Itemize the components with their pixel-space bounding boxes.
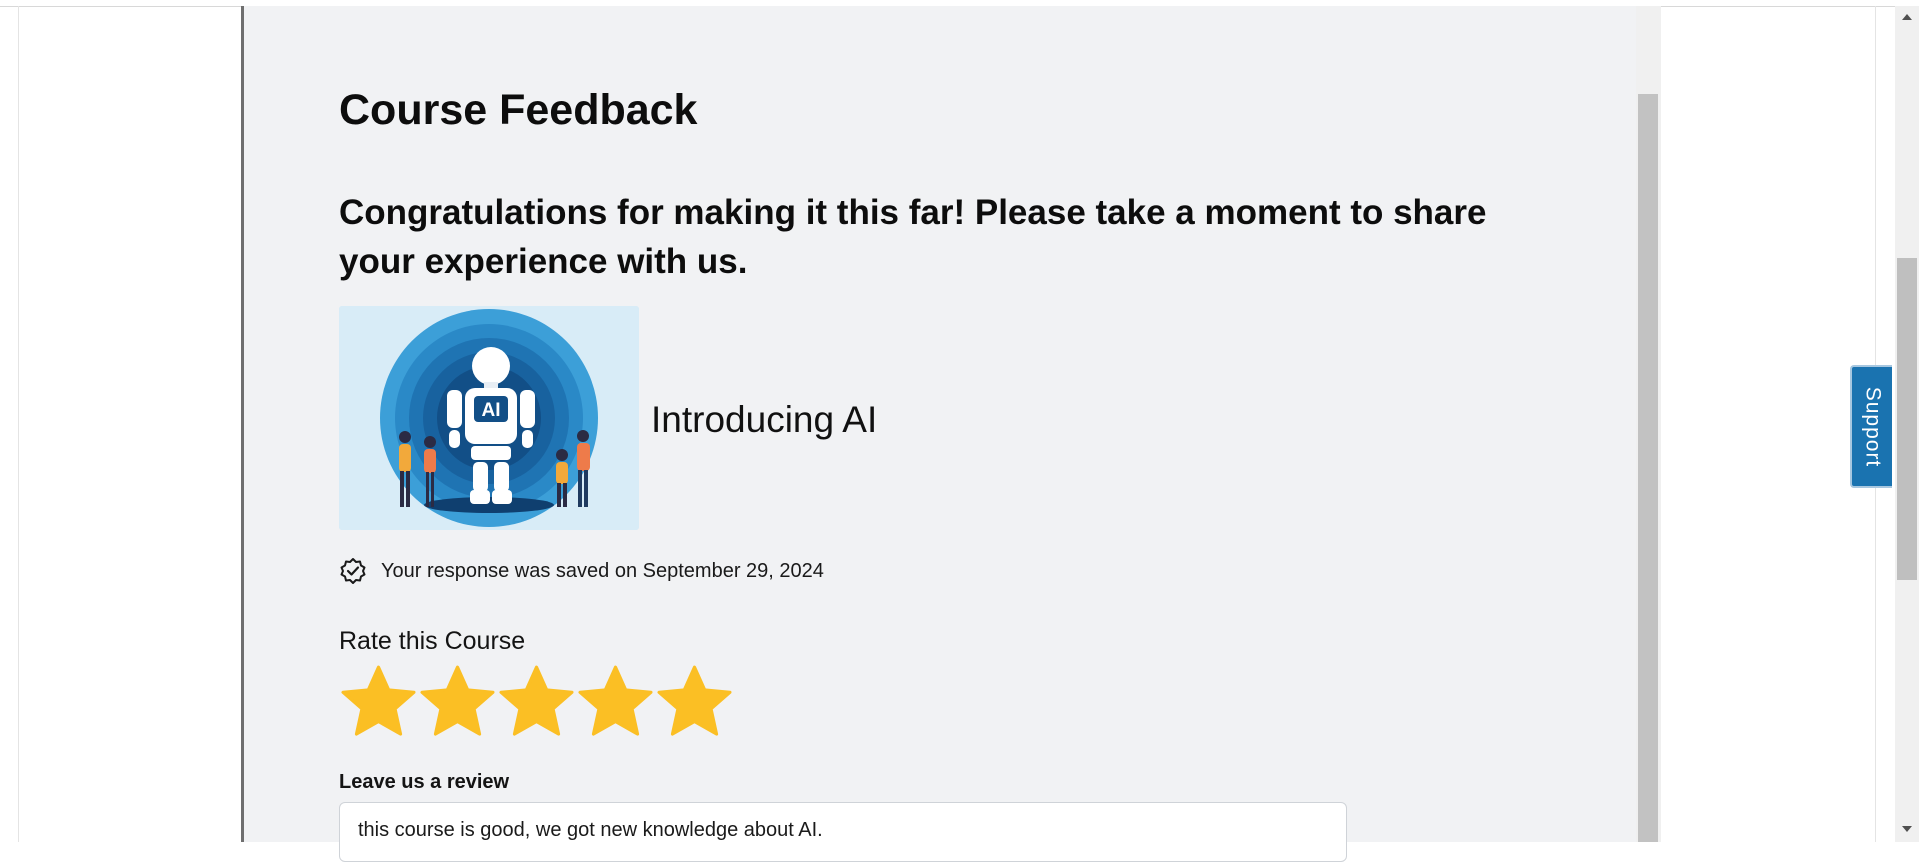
- review-label: Leave us a review: [339, 771, 510, 793]
- ai-chip-label: AI: [482, 400, 501, 421]
- star-5-icon[interactable]: [655, 664, 734, 738]
- review-textarea[interactable]: this course is good, we got new knowledg…: [339, 802, 1347, 862]
- saved-text: Your response was saved on September 29,…: [381, 559, 824, 582]
- support-label: Support: [1861, 386, 1884, 467]
- page-title: Course Feedback: [339, 86, 698, 134]
- star-4-icon[interactable]: [576, 664, 655, 738]
- scroll-up-arrow-icon[interactable]: [1902, 14, 1912, 20]
- star-1-icon[interactable]: [339, 664, 418, 738]
- star-3-icon[interactable]: [497, 664, 576, 738]
- rate-label: Rate this Course: [339, 627, 526, 655]
- ai-robot-illustration-icon: AI: [339, 306, 639, 530]
- check-badge-icon: [340, 558, 366, 584]
- page-left-border: [18, 6, 19, 842]
- scroll-down-arrow-icon[interactable]: [1902, 826, 1912, 832]
- saved-status: Your response was saved on September 29,…: [339, 557, 824, 585]
- course-name: Introducing AI: [651, 399, 878, 440]
- window-scrollbar-thumb[interactable]: [1897, 258, 1917, 580]
- panel-scrollbar-thumb[interactable]: [1638, 94, 1658, 842]
- congrats-heading: Congratulations for making it this far! …: [339, 193, 1487, 281]
- star-2-icon[interactable]: [418, 664, 497, 738]
- support-button[interactable]: Support: [1850, 365, 1892, 488]
- star-rating[interactable]: [339, 664, 734, 738]
- course-image: AI: [339, 306, 639, 530]
